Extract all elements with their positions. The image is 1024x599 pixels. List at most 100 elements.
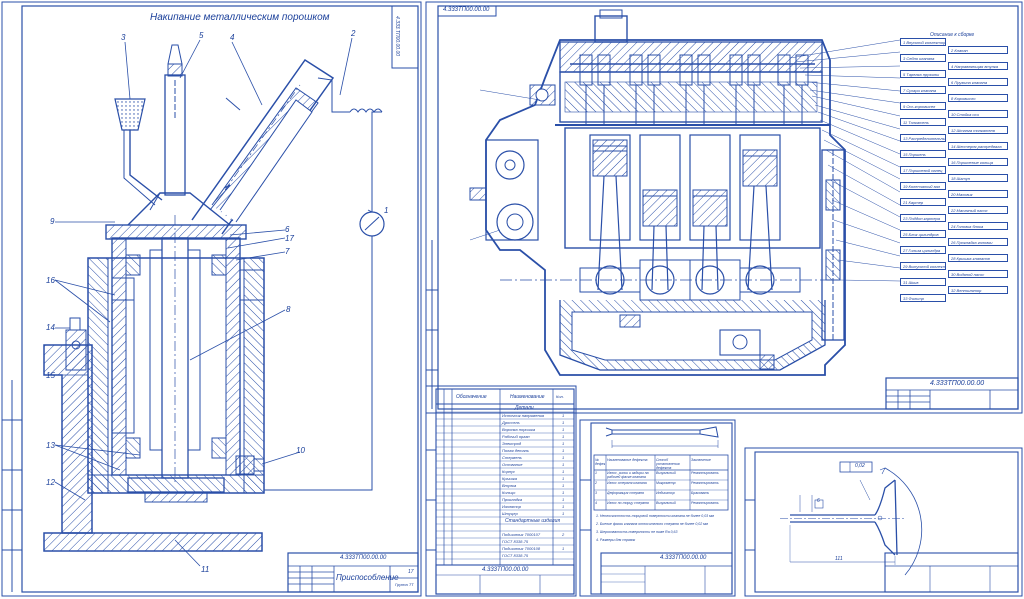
engine-callout: 3 Седло клапана (900, 54, 946, 62)
sheet2-stamp-number: 4.333ТП00.00.00 (930, 380, 985, 387)
defect-cell: Микрометр (656, 481, 676, 485)
defect-header: Заключение (691, 458, 711, 462)
defect-cell: 3 (595, 491, 597, 495)
spec-row-qty: 1 (562, 462, 565, 467)
svg-text:8: 8 (286, 305, 291, 314)
defect-cell: Износ по торцу стержня (607, 501, 649, 505)
spec-std-row-qty: 1 (562, 546, 565, 551)
spec-row-qty: 1 (562, 504, 565, 509)
engine-callout: 5 Тарелка пружины (900, 70, 946, 78)
sheet2-doc-number: 4.333ТП00.00.00 (443, 7, 490, 13)
defect-cell: 1 (595, 471, 597, 475)
defect-cell: Ремонтировать (691, 481, 719, 485)
spec-row-name: Воронка порошка (502, 427, 536, 432)
spec-row-qty: 1 (562, 413, 565, 418)
spec-row-name: Прокладка (502, 497, 523, 502)
spec-row-name: Корпус (502, 469, 516, 474)
sheet1-stamp-number: 4.333ТП00.00.00 (340, 555, 387, 561)
spec-row-name: Источник напряжения (502, 413, 545, 418)
svg-text:16: 16 (46, 276, 55, 285)
engine-callout: 23 Поддон картера (900, 214, 946, 222)
spec-row-qty: 1 (562, 427, 565, 432)
spec-row-name: Изолятор (502, 504, 521, 509)
svg-text:12: 12 (46, 478, 55, 487)
engine-callout: 31 Шкив (900, 278, 946, 286)
spec-std-row-name: ГОСТ 8338-75 (502, 553, 529, 558)
spec-row-qty: 1 (562, 483, 565, 488)
defect-cell: Визуальный (656, 501, 676, 505)
defect-cell: Износ, риски и задиры на рабочей фаске к… (607, 471, 649, 479)
spec-row-name: Стержень (502, 455, 522, 460)
engine-callout: 11 Толкатель (900, 118, 946, 126)
defect-note: 4. Размеры для справок (596, 538, 636, 542)
engine-callout: 8 Коромысло (948, 94, 1008, 102)
spec-std-row-name: Подшипник 7000108 (502, 546, 541, 551)
engine-callout: 24 Головка блока (948, 222, 1008, 230)
svg-text:4: 4 (230, 33, 235, 42)
defect-header: № дефекта (595, 458, 605, 466)
spec-section-details: Детали (515, 405, 534, 411)
dimension-b: 111 (835, 556, 843, 562)
svg-text:2: 2 (350, 29, 356, 38)
engine-callout: 9 Ось коромысел (900, 102, 946, 110)
sheet4-stamp-number: 4.333ТП00.00.00 (660, 555, 707, 561)
defect-header: Наименование дефекта (607, 458, 648, 462)
engine-callout: 18 Шатун (948, 174, 1008, 182)
spec-row-qty: 1 (562, 434, 565, 439)
svg-text:17: 17 (285, 234, 294, 243)
spec-std-row-name: ГОСТ 8338-75 (502, 539, 529, 544)
svg-text:7: 7 (285, 247, 290, 256)
engine-callout: 27 Гильза цилиндра (900, 246, 946, 254)
engine-callout: 2 Клапан (948, 46, 1008, 54)
spec-row-qty: 1 (562, 441, 565, 446)
engine-callout: 10 Стойка оси (948, 110, 1008, 118)
spec-col-qty: Кол. (556, 394, 564, 399)
spec-col-name: Наименование (510, 394, 545, 400)
spec-row-qty: 1 (562, 455, 565, 460)
spec-row-name: Втулка (502, 483, 517, 488)
spec-std-row-name: Подшипник 7000107 (502, 532, 541, 537)
defect-cell: Визуальный (656, 471, 676, 475)
engine-callout: 30 Водяной насос (948, 270, 1008, 278)
engine-callout: 29 Выпускной коллектор (900, 262, 946, 270)
defect-cell: Браковать (691, 491, 710, 495)
spec-std-row-qty: 2 (562, 532, 565, 537)
svg-text:9: 9 (50, 217, 55, 226)
engine-callout: 19 Коленчатый вал (900, 182, 946, 190)
engine-callout: 22 Масляный насос (948, 206, 1008, 214)
dimension-a: 6 (817, 498, 820, 504)
spec-row-qty: 1 (562, 490, 565, 495)
engine-leaders (469, 39, 901, 282)
svg-text:1: 1 (384, 206, 388, 215)
svg-text:3: 3 (121, 33, 126, 42)
spec-row-qty: 1 (562, 497, 565, 502)
sheet1-stamp-title: Приспособление (336, 573, 399, 582)
svg-text:6: 6 (285, 225, 290, 234)
spec-row-name: Рабочий орган (502, 434, 530, 439)
engine-callout: 32 Вентилятор (948, 286, 1008, 294)
engine-callout: 7 Сухари клапана (900, 86, 946, 94)
sheet3-frame (425, 385, 577, 597)
engine-callout: 6 Пружина клапана (948, 78, 1008, 86)
sheet1-stamp-group: Группа ТТ (395, 582, 414, 587)
defect-cell: Индикатор (656, 491, 675, 495)
engine-callout: 16 Поршневые кольца (948, 158, 1008, 166)
defect-header: Способ установления дефекта (656, 458, 680, 470)
spec-row-qty: 1 (562, 511, 565, 516)
svg-text:11: 11 (201, 565, 209, 574)
sheet1-doc-number: 4.333.ТП00.00.00 (394, 16, 400, 57)
engine-callout: 4 Направляющая втулка (948, 62, 1008, 70)
svg-text:13: 13 (46, 441, 55, 450)
defect-cell: Износ стержня клапана (607, 481, 647, 485)
spec-row-name: Дроссель (502, 420, 520, 425)
defect-note: 3. Шероховатость поверхности не ниже Ra … (596, 530, 678, 534)
engine-callout: 14 Шестерня распредвала (948, 142, 1008, 150)
svg-text:14: 14 (46, 323, 55, 332)
svg-text:15: 15 (46, 371, 55, 380)
spec-row-name: Кольцо (502, 490, 516, 495)
engine-callout: 20 Маховик (948, 190, 1008, 198)
engine-callout: 25 Блок цилиндров (900, 230, 946, 238)
defect-cell: 2 (595, 481, 597, 485)
engine-callout: 26 Прокладка головки (948, 238, 1008, 246)
spec-col-designation: Обозначение (456, 394, 487, 400)
